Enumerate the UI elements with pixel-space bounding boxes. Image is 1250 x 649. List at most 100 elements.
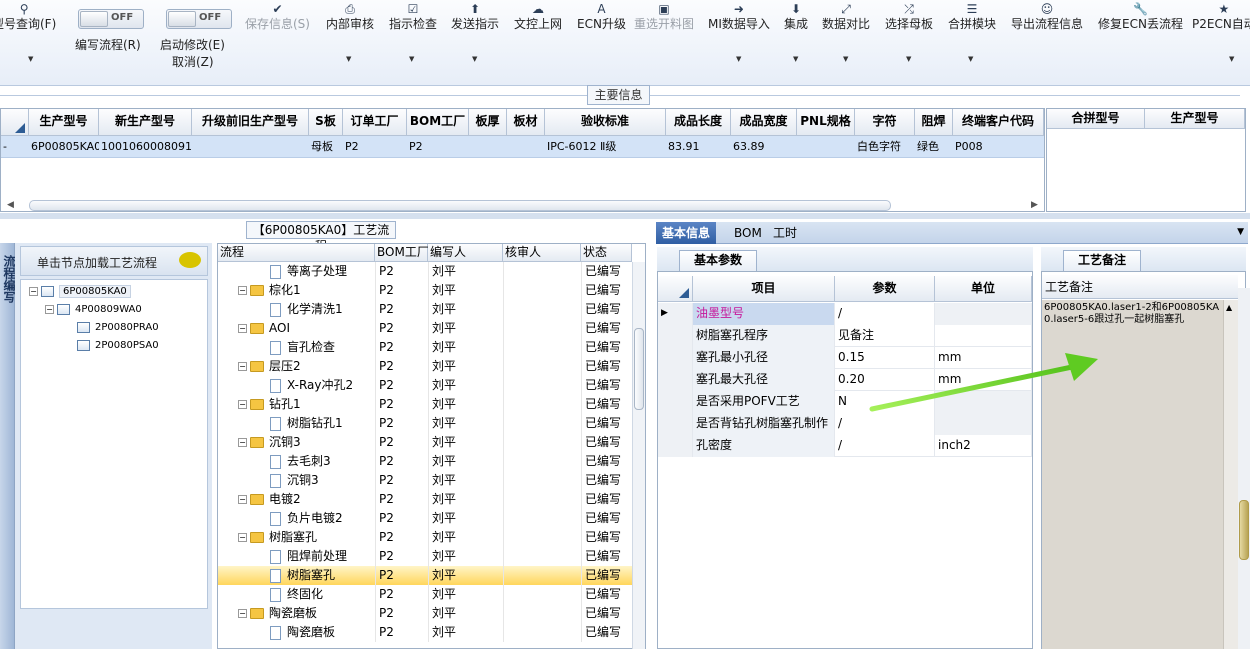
param-value-cell[interactable]: / bbox=[835, 303, 935, 325]
tab-basic-params[interactable]: 基本参数 bbox=[679, 250, 758, 271]
col-header-unit[interactable]: 单位 bbox=[935, 276, 1032, 302]
table-row[interactable]: 树脂塞孔程序 见备注 bbox=[658, 325, 1032, 347]
row-selector[interactable]: ▶ bbox=[658, 303, 693, 325]
tab-basic-info[interactable]: 基本信息 bbox=[656, 222, 717, 244]
row-selector[interactable] bbox=[658, 347, 693, 369]
row-selector[interactable] bbox=[658, 325, 693, 347]
tree-node[interactable]: −4P00809WA0 bbox=[45, 303, 142, 317]
table-row[interactable]: 负片电镀2 P2 刘平 已编写 bbox=[218, 509, 632, 528]
table-row[interactable]: − 棕化1 P2 刘平 已编写 bbox=[218, 281, 632, 300]
table-row[interactable]: - 6P00805KA0 10010600080910 母板 P2 P2 IPC… bbox=[1, 136, 1044, 158]
col-header-bom-factory[interactable]: BOM工厂 bbox=[407, 109, 469, 136]
table-row[interactable]: 树脂钻孔1 P2 刘平 已编写 bbox=[218, 414, 632, 433]
cancel-button[interactable]: 取消(Z) bbox=[172, 53, 214, 70]
table-row[interactable]: 去毛刺3 P2 刘平 已编写 bbox=[218, 452, 632, 471]
col-header-pnl[interactable]: PNL规格 bbox=[797, 109, 855, 136]
col-header-char[interactable]: 字符 bbox=[855, 109, 915, 136]
flow-edit-side-tab[interactable] bbox=[0, 243, 15, 649]
col-header-model[interactable]: 生产型号 bbox=[29, 109, 99, 136]
col-header-flow[interactable]: 流程 bbox=[218, 244, 375, 262]
scroll-right-icon[interactable]: ▶ bbox=[1031, 200, 1038, 210]
internal-audit-dropdown-arrow[interactable]: ▼ bbox=[346, 55, 351, 63]
tree-node[interactable]: 2P0080PRA0 bbox=[77, 321, 159, 335]
export-flow-info-button[interactable]: ☺ 导出流程信息 bbox=[1011, 2, 1083, 32]
table-row[interactable]: 阻焊前处理 P2 刘平 已编写 bbox=[218, 547, 632, 566]
p2ecn-auto-button[interactable]: ★ P2ECN自动 bbox=[1192, 2, 1250, 32]
table-row[interactable]: − AOI P2 刘平 已编写 bbox=[218, 319, 632, 338]
ecn-upgrade-button[interactable]: A ECN升级 bbox=[577, 2, 626, 32]
collapse-icon[interactable]: − bbox=[238, 286, 247, 295]
tree-node[interactable]: −6P00805KA0 bbox=[29, 285, 131, 299]
scroll-up-icon[interactable]: ▲ bbox=[1226, 303, 1232, 312]
collapse-icon[interactable]: − bbox=[238, 495, 247, 504]
scrollbar-thumb[interactable] bbox=[1239, 500, 1249, 560]
select-motherboard-dropdown-arrow[interactable]: ▼ bbox=[906, 55, 911, 63]
col-header-length[interactable]: 成品长度 bbox=[666, 109, 731, 136]
model-query-button[interactable]: ⚲ 型号查询(F) bbox=[0, 2, 56, 32]
table-row[interactable]: − 沉铜3 P2 刘平 已编写 bbox=[218, 433, 632, 452]
col-header-item[interactable]: 项目 bbox=[693, 276, 835, 302]
col-header-order-factory[interactable]: 订单工厂 bbox=[343, 109, 407, 136]
scrollbar-thumb[interactable] bbox=[634, 328, 644, 410]
table-row[interactable]: 等离子处理 P2 刘平 已编写 bbox=[218, 262, 632, 281]
collapse-icon[interactable]: − bbox=[238, 609, 247, 618]
param-value-cell[interactable]: / bbox=[835, 435, 935, 457]
col-header-param[interactable]: 参数 bbox=[835, 276, 935, 302]
table-row[interactable]: − 陶瓷磨板 P2 刘平 已编写 bbox=[218, 604, 632, 623]
data-compare-button[interactable]: ⤢ 数据对比 bbox=[822, 2, 870, 32]
tech-notes-scrollbar[interactable]: ▲ bbox=[1223, 300, 1238, 649]
col-header-writer[interactable]: 编写人 bbox=[428, 244, 503, 262]
row-selector[interactable] bbox=[658, 413, 693, 435]
edit-flow-toggle[interactable]: OFF bbox=[78, 9, 144, 29]
table-row[interactable]: − 层压2 P2 刘平 已编写 bbox=[218, 357, 632, 376]
col-header-material[interactable]: 板材 bbox=[507, 109, 545, 136]
col-header-new-model[interactable]: 新生产型号 bbox=[99, 109, 192, 136]
col-header-merge-model[interactable]: 合拼型号 bbox=[1047, 109, 1145, 129]
tab-tech-notes[interactable]: 工艺备注 bbox=[1063, 250, 1142, 271]
reselect-cutting-drawing-button[interactable]: ▣ 重选开料图 bbox=[634, 2, 694, 32]
mi-data-import-dropdown-arrow[interactable]: ▼ bbox=[736, 55, 741, 63]
tree-node[interactable]: 2P0080PSA0 bbox=[77, 339, 159, 353]
table-row[interactable]: 树脂塞孔 P2 刘平 已编写 bbox=[218, 566, 632, 585]
internal-audit-button[interactable]: ⎙ 内部审核 bbox=[326, 2, 374, 32]
table-row[interactable]: − 树脂塞孔 P2 刘平 已编写 bbox=[218, 528, 632, 547]
horizontal-splitter[interactable] bbox=[0, 213, 1250, 219]
table-row[interactable]: 孔密度 / inch2 bbox=[658, 435, 1032, 457]
param-value-cell[interactable]: 见备注 bbox=[835, 325, 935, 347]
table-row[interactable]: X-Ray冲孔2 P2 刘平 已编写 bbox=[218, 376, 632, 395]
merge-module-dropdown-arrow[interactable]: ▼ bbox=[968, 55, 973, 63]
collapse-icon[interactable]: − bbox=[238, 533, 247, 542]
col-header-solder-mask[interactable]: 阻焊 bbox=[915, 109, 953, 136]
horizontal-scrollbar[interactable] bbox=[29, 200, 891, 211]
tabs-dropdown-icon[interactable]: ▼ bbox=[1237, 227, 1244, 237]
collapse-icon[interactable]: − bbox=[238, 438, 247, 447]
col-header-acceptance[interactable]: 验收标准 bbox=[545, 109, 666, 136]
integrate-button[interactable]: ⬇ 集成 bbox=[784, 2, 808, 32]
collapse-icon[interactable]: − bbox=[238, 362, 247, 371]
col-header-reviewer[interactable]: 核审人 bbox=[503, 244, 581, 262]
merge-module-button[interactable]: ☰ 合拼模块 bbox=[948, 2, 996, 32]
scroll-left-icon[interactable]: ◀ bbox=[7, 200, 14, 210]
col-header-width[interactable]: 成品宽度 bbox=[731, 109, 797, 136]
instruction-check-dropdown-arrow[interactable]: ▼ bbox=[409, 55, 414, 63]
right-edge-scrollbar[interactable] bbox=[1238, 288, 1250, 649]
table-row[interactable]: 陶瓷磨板 P2 刘平 已编写 bbox=[218, 623, 632, 642]
send-instruction-dropdown-arrow[interactable]: ▼ bbox=[472, 55, 477, 63]
row-selector[interactable] bbox=[658, 391, 693, 413]
integrate-dropdown-arrow[interactable]: ▼ bbox=[793, 55, 798, 63]
col-header-thickness[interactable]: 板厚 bbox=[469, 109, 507, 136]
col-header-bom-factory[interactable]: BOM工厂 bbox=[375, 244, 429, 262]
col-header-status[interactable]: 状态 bbox=[581, 244, 632, 262]
process-vertical-scrollbar[interactable] bbox=[632, 262, 645, 649]
send-instruction-button[interactable]: ⬆ 发送指示 bbox=[451, 2, 499, 32]
start-modify-toggle[interactable]: OFF bbox=[166, 9, 232, 29]
model-query-dropdown-arrow[interactable]: ▼ bbox=[28, 55, 33, 63]
table-row[interactable]: 盲孔检查 P2 刘平 已编写 bbox=[218, 338, 632, 357]
table-row[interactable]: 化学清洗1 P2 刘平 已编写 bbox=[218, 300, 632, 319]
col-header-merge-production-model[interactable]: 生产型号 bbox=[1145, 109, 1245, 129]
table-row[interactable]: − 电镀2 P2 刘平 已编写 bbox=[218, 490, 632, 509]
select-motherboard-button[interactable]: ⤮ 选择母板 bbox=[885, 2, 933, 32]
data-compare-dropdown-arrow[interactable]: ▼ bbox=[843, 55, 848, 63]
collapse-icon[interactable]: − bbox=[238, 324, 247, 333]
collapse-icon[interactable]: − bbox=[45, 304, 54, 314]
